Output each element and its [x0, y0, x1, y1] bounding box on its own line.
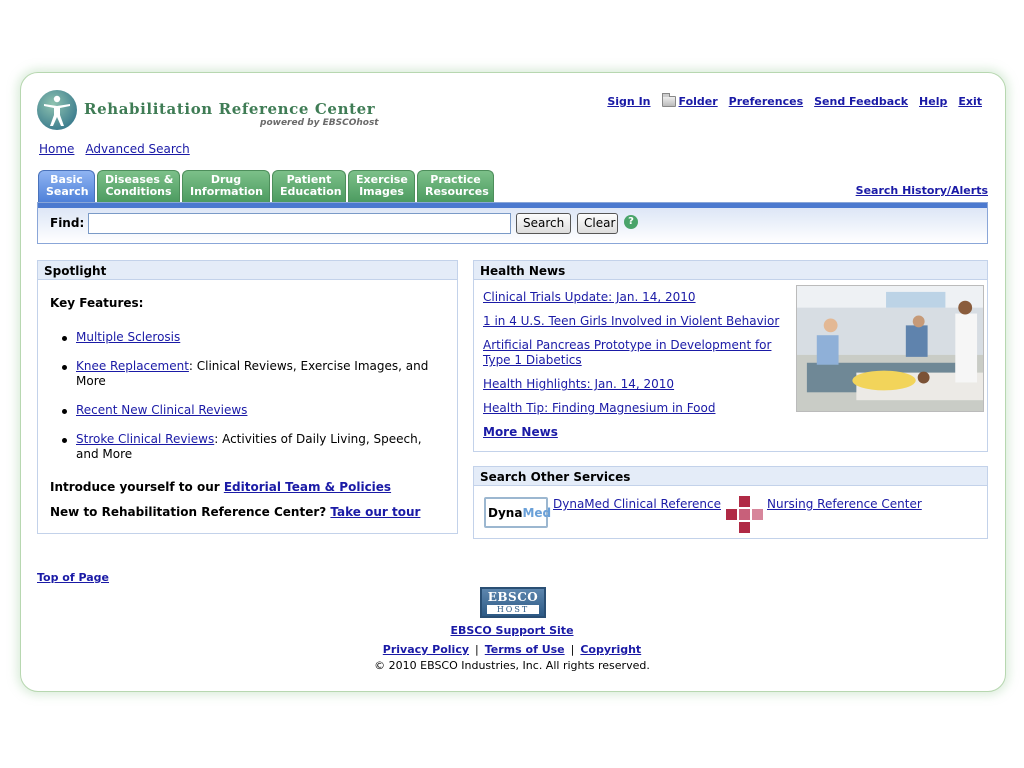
list-item: Health Highlights: Jan. 14, 2010 [483, 377, 793, 392]
tab-drug-information[interactable]: Drug Information [182, 170, 270, 203]
rehab-clinic-photo [796, 285, 984, 412]
tab-label-line2: Resources [425, 185, 489, 198]
ebsco-logo-top: EBSCO [487, 590, 539, 604]
more-news: More News [483, 425, 793, 439]
brand-name: Rehabilitation Reference Center [84, 100, 376, 118]
search-bar: Find: Search Clear ? [37, 202, 988, 244]
stroke-clinical-reviews-link[interactable]: Stroke Clinical Reviews [76, 432, 214, 446]
list-item: Recent New Clinical Reviews [60, 403, 445, 418]
policy-links: Privacy Policy | Terms of Use | Copyright [0, 643, 1024, 656]
rrc-logo-icon [37, 90, 77, 130]
top-of-page-link[interactable]: Top of Page [37, 571, 109, 584]
tab-label-line2: Education [280, 185, 342, 198]
nursing-reference-link[interactable]: Nursing Reference Center [767, 497, 922, 511]
spotlight-title: Spotlight [38, 261, 457, 280]
preferences-link[interactable]: Preferences [729, 95, 803, 108]
ebsco-logo-bottom: HOST [487, 605, 539, 614]
home-link[interactable]: Home [39, 142, 74, 156]
intro-text: Introduce yourself to our [50, 480, 224, 494]
list-item: Stroke Clinical Reviews: Activities of D… [60, 432, 445, 462]
search-history-link[interactable]: Search History/Alerts [856, 184, 988, 197]
health-news-panel: Health News Clinical Trials Update: Jan.… [473, 260, 988, 452]
news-link[interactable]: Clinical Trials Update: Jan. 14, 2010 [483, 290, 696, 304]
news-link[interactable]: 1 in 4 U.S. Teen Girls Involved in Viole… [483, 314, 779, 328]
tab-label-line2: Information [190, 185, 263, 198]
folder-link[interactable]: Folder [679, 95, 718, 108]
powered-by: powered by EBSCOhost [260, 118, 379, 128]
support-site-link[interactable]: EBSCO Support Site [450, 624, 573, 637]
tab-label-line2: Conditions [105, 185, 172, 198]
search-button[interactable]: Search [516, 213, 571, 234]
list-item: Health Tip: Finding Magnesium in Food [483, 401, 793, 416]
help-icon[interactable]: ? [624, 215, 638, 229]
copyright-link[interactable]: Copyright [580, 643, 641, 656]
support-row: EBSCO Support Site [0, 624, 1024, 637]
advanced-search-link[interactable]: Advanced Search [85, 142, 189, 156]
privacy-policy-link[interactable]: Privacy Policy [383, 643, 469, 656]
search-input[interactable] [88, 213, 511, 234]
tab-diseases-conditions[interactable]: Diseases & Conditions [97, 170, 180, 203]
tab-exercise-images[interactable]: Exercise Images [348, 170, 415, 203]
top-links: Sign In Folder Preferences Send Feedback… [607, 93, 982, 108]
editorial-team-link[interactable]: Editorial Team & Policies [224, 480, 391, 494]
tab-bar: Basic Search Diseases & Conditions Drug … [38, 170, 494, 203]
tab-patient-education[interactable]: Patient Education [272, 170, 346, 203]
multiple-sclerosis-link[interactable]: Multiple Sclerosis [76, 330, 180, 344]
dynamed-link[interactable]: DynaMed Clinical Reference [553, 497, 721, 511]
key-features-list: Multiple Sclerosis Knee Replacement: Cli… [60, 330, 445, 462]
clear-button[interactable]: Clear [577, 213, 618, 234]
spotlight-body: Key Features: Multiple Sclerosis Knee Re… [38, 280, 457, 519]
news-link[interactable]: Artificial Pancreas Prototype in Develop… [483, 338, 771, 367]
list-item: 1 in 4 U.S. Teen Girls Involved in Viole… [483, 314, 793, 329]
separator: | [475, 643, 479, 656]
other-services-title: Search Other Services [474, 467, 987, 486]
more-news-link[interactable]: More News [483, 425, 558, 439]
send-feedback-link[interactable]: Send Feedback [814, 95, 908, 108]
new-user-intro: New to Rehabilitation Reference Center? … [50, 505, 445, 519]
exit-link[interactable]: Exit [958, 95, 982, 108]
dynamed-logo-text-b: Med [522, 506, 552, 520]
folder-link-group[interactable]: Folder [661, 93, 718, 108]
tab-label-line2: Search [46, 185, 89, 198]
dynamed-logo-text-a: Dyna [488, 506, 523, 520]
take-tour-link[interactable]: Take our tour [330, 505, 420, 519]
key-features-heading: Key Features: [50, 296, 144, 310]
copyright-text: © 2010 EBSCO Industries, Inc. All rights… [374, 659, 650, 672]
sign-in-link[interactable]: Sign In [607, 95, 650, 108]
folder-icon [661, 93, 676, 107]
new-user-text: New to Rehabilitation Reference Center? [50, 505, 331, 519]
health-news-title: Health News [474, 261, 987, 280]
recent-clinical-reviews-link[interactable]: Recent New Clinical Reviews [76, 403, 247, 417]
ebsco-host-logo[interactable]: EBSCO HOST [480, 587, 546, 618]
list-item: Knee Replacement: Clinical Reviews, Exer… [60, 359, 445, 389]
news-link[interactable]: Health Tip: Finding Magnesium in Food [483, 401, 715, 415]
list-item: Artificial Pancreas Prototype in Develop… [483, 338, 793, 368]
nursing-cross-icon[interactable] [726, 496, 764, 534]
knee-replacement-link[interactable]: Knee Replacement [76, 359, 189, 373]
separator: | [570, 643, 575, 656]
sub-navigation: Home Advanced Search [39, 142, 190, 156]
terms-of-use-link[interactable]: Terms of Use [485, 643, 565, 656]
spotlight-panel: Spotlight Key Features: Multiple Scleros… [37, 260, 458, 534]
find-label: Find: [50, 216, 85, 230]
editorial-intro: Introduce yourself to our Editorial Team… [50, 480, 445, 494]
tab-label-line2: Images [359, 185, 404, 198]
news-list: Clinical Trials Update: Jan. 14, 2010 1 … [483, 290, 793, 439]
tab-basic-search[interactable]: Basic Search [38, 170, 95, 203]
tab-practice-resources[interactable]: Practice Resources [417, 170, 494, 203]
other-services-panel: Search Other Services DynaMed DynaMed Cl… [473, 466, 988, 539]
news-link[interactable]: Health Highlights: Jan. 14, 2010 [483, 377, 674, 391]
list-item: Clinical Trials Update: Jan. 14, 2010 [483, 290, 793, 305]
dynamed-logo[interactable]: DynaMed [484, 497, 552, 528]
list-item: Multiple Sclerosis [60, 330, 445, 345]
help-link[interactable]: Help [919, 95, 947, 108]
